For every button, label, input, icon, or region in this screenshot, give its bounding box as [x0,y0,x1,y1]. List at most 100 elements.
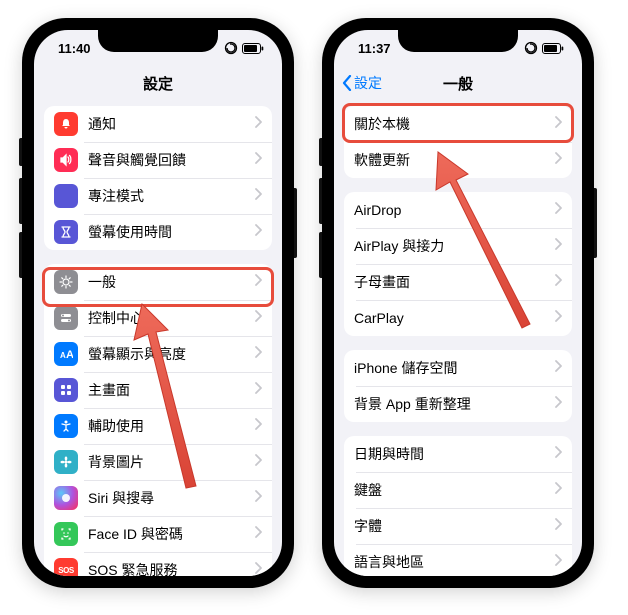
settings-row[interactable]: 字體 [344,508,572,544]
chevron-right-icon [554,274,562,290]
speaker-icon [54,148,78,172]
settings-row[interactable]: 輔助使用 [44,408,272,444]
chevron-right-icon [254,188,262,204]
chevron-right-icon [554,310,562,326]
row-label: 背景 App 重新整理 [354,394,554,414]
row-label: SOS 緊急服務 [88,560,254,576]
row-label: 控制中心 [88,308,254,328]
bell-icon [54,112,78,136]
settings-row[interactable]: 子母畫面 [344,264,572,300]
chevron-right-icon [554,152,562,168]
settings-row[interactable]: Siri 與搜尋 [44,480,272,516]
row-label: iPhone 儲存空間 [354,358,554,378]
status-time: 11:40 [58,41,91,56]
chevron-right-icon [554,518,562,534]
row-label: 軟體更新 [354,150,554,170]
chevron-right-icon [254,490,262,506]
settings-row[interactable]: 通知 [44,106,272,142]
row-label: AirPlay 與接力 [354,236,554,256]
settings-row[interactable]: 日期與時間 [344,436,572,472]
list-section: 通知聲音與觸覺回饋專注模式螢幕使用時間 [44,106,272,250]
sos-icon: SOS [54,558,78,576]
status-icons [224,41,264,55]
gear-icon [54,270,78,294]
row-label: 主畫面 [88,380,254,400]
back-button[interactable]: 設定 [342,66,382,100]
phone-left: 11:40 設定 通知聲音與觸覺回饋專注模式螢幕使用時間一般控制中心 AA螢幕顯示… [22,18,294,588]
settings-row[interactable]: SOS SOS 緊急服務 [44,552,272,576]
chevron-right-icon [254,274,262,290]
row-label: 字體 [354,516,554,536]
list-section: 一般控制中心 AA螢幕顯示與亮度主畫面輔助使用背景圖片 Siri 與搜尋 Face I… [44,264,272,576]
row-label: Face ID 與密碼 [88,524,254,544]
settings-row[interactable]: 專注模式 [44,178,272,214]
chevron-right-icon [254,346,262,362]
notch [98,30,218,52]
settings-row[interactable]: Face ID 與密碼 [44,516,272,552]
row-label: CarPlay [354,310,554,326]
settings-row[interactable]: AirDrop [344,192,572,228]
moon-icon [54,184,78,208]
row-label: 關於本機 [354,114,554,134]
switch-icon [54,306,78,330]
status-icons [524,41,564,55]
settings-row[interactable]: 主畫面 [44,372,272,408]
chevron-right-icon [254,418,262,434]
row-label: 語言與地區 [354,552,554,572]
row-label: Siri 與搜尋 [88,488,254,508]
battery-icon [542,43,564,54]
text-size-icon: AA [54,342,78,366]
row-label: AirDrop [354,202,554,218]
chevron-right-icon [254,562,262,576]
settings-row[interactable]: 螢幕使用時間 [44,214,272,250]
settings-row[interactable]: AirPlay 與接力 [344,228,572,264]
list-section: AirDrop AirPlay 與接力子母畫面 CarPlay [344,192,572,336]
chevron-right-icon [254,224,262,240]
battery-icon [242,43,264,54]
row-label: 專注模式 [88,186,254,206]
settings-list[interactable]: 通知聲音與觸覺回饋專注模式螢幕使用時間一般控制中心 AA螢幕顯示與亮度主畫面輔助使… [34,106,282,576]
chevron-right-icon [554,554,562,570]
settings-row[interactable]: 一般 [44,264,272,300]
general-list[interactable]: 關於本機軟體更新 AirDrop AirPlay 與接力子母畫面 CarPlay iPh… [334,106,582,576]
row-label: 子母畫面 [354,272,554,292]
faceid-icon [54,522,78,546]
settings-row[interactable]: 語言與地區 [344,544,572,576]
orientation-lock-icon [524,41,538,55]
list-section: 關於本機軟體更新 [344,106,572,178]
row-label: 輔助使用 [88,416,254,436]
row-label: 聲音與觸覺回饋 [88,150,254,170]
chevron-right-icon [554,396,562,412]
chevron-right-icon [554,482,562,498]
settings-row[interactable]: 背景 App 重新整理 [344,386,572,422]
chevron-right-icon [554,446,562,462]
settings-row[interactable]: 軟體更新 [344,142,572,178]
chevron-right-icon [554,238,562,254]
screen-left: 11:40 設定 通知聲音與觸覺回饋專注模式螢幕使用時間一般控制中心 AA螢幕顯示… [34,30,282,576]
status-time: 11:37 [358,41,391,56]
row-label: 鍵盤 [354,480,554,500]
page-title: 一般 [443,73,473,94]
hourglass-icon [54,220,78,244]
chevron-right-icon [554,360,562,376]
notch [398,30,518,52]
grid-icon [54,378,78,402]
row-label: 通知 [88,114,254,134]
phone-right: 11:37 設定 一般 關於本機軟體更新 AirDrop AirPlay 與接力子母… [322,18,594,588]
settings-row[interactable]: iPhone 儲存空間 [344,350,572,386]
list-section: 日期與時間鍵盤字體語言與地區辭典 [344,436,572,576]
chevron-right-icon [554,116,562,132]
settings-row[interactable]: AA螢幕顯示與亮度 [44,336,272,372]
settings-row[interactable]: 背景圖片 [44,444,272,480]
settings-row[interactable]: 控制中心 [44,300,272,336]
nav-bar: 設定 [34,66,282,100]
settings-row[interactable]: CarPlay [344,300,572,336]
screen-right: 11:37 設定 一般 關於本機軟體更新 AirDrop AirPlay 與接力子母… [334,30,582,576]
settings-row[interactable]: 聲音與觸覺回饋 [44,142,272,178]
row-label: 一般 [88,272,254,292]
settings-row[interactable]: 鍵盤 [344,472,572,508]
flower-icon [54,450,78,474]
chevron-right-icon [254,454,262,470]
settings-row[interactable]: 關於本機 [344,106,572,142]
row-label: 日期與時間 [354,444,554,464]
